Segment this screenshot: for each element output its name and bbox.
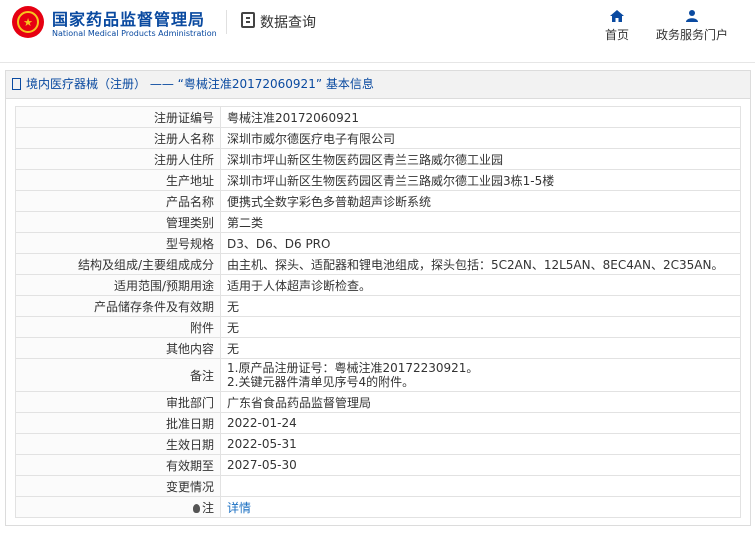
row-label: 批准日期	[15, 412, 221, 434]
table-row: 产品名称 便携式全数字彩色多普勒超声诊断系统	[15, 190, 741, 212]
details-link[interactable]: 详情	[227, 501, 251, 515]
row-value: 2027-05-30	[220, 454, 741, 476]
data-query-title: 数据查询	[260, 15, 316, 31]
table-row: 批准日期 2022-01-24	[15, 412, 741, 434]
row-value: 2022-01-24	[220, 412, 741, 434]
row-value: 由主机、探头、适配器和锂电池组成，探头包括：5C2AN、12L5AN、8EC4A…	[220, 253, 741, 275]
row-value: 粤械注准20172060921	[220, 106, 741, 128]
row-label: 型号规格	[15, 232, 221, 254]
row-label: 附件	[15, 316, 221, 338]
row-label: 审批部门	[15, 391, 221, 413]
table-row: 审批部门 广东省食品药品监督管理局	[15, 391, 741, 413]
table-row: 适用范围/预期用途 适用于人体超声诊断检查。	[15, 274, 741, 296]
note-label: 注	[201, 500, 214, 515]
remarks-value: 1.原产品注册证号：粤械注准20172230921。 2.关键元器件清单见序号4…	[220, 358, 741, 392]
data-query-icon	[241, 12, 255, 28]
document-icon	[12, 78, 21, 90]
table-row: 注册人名称 深圳市威尔德医疗电子有限公司	[15, 127, 741, 149]
table-row: 结构及组成/主要组成成分 由主机、探头、适配器和锂电池组成，探头包括：5C2AN、…	[15, 253, 741, 275]
table-row: 变更情况	[15, 475, 741, 497]
nav-service-portal[interactable]: 政务服务门户	[654, 10, 730, 43]
table-row: 注册证编号 粤械注准20172060921	[15, 106, 741, 128]
row-value: 2022-05-31	[220, 433, 741, 455]
row-label: 备注	[15, 358, 221, 392]
row-label: 注册证编号	[15, 106, 221, 128]
site-subtitle: National Medical Products Administration	[52, 29, 217, 38]
row-label: 产品名称	[15, 190, 221, 212]
row-value: 第二类	[220, 211, 741, 233]
row-value: 深圳市坪山新区生物医药园区青兰三路威尔德工业园	[220, 148, 741, 170]
row-value: D3、D6、D6 PRO	[220, 232, 741, 254]
remarks-line-2: 2.关键元器件清单见序号4的附件。	[227, 375, 415, 389]
nav-home[interactable]: 首页	[600, 10, 634, 43]
table-row: 型号规格 D3、D6、D6 PRO	[15, 232, 741, 254]
row-label: 其他内容	[15, 337, 221, 359]
row-label: 生效日期	[15, 433, 221, 455]
user-icon	[686, 10, 698, 22]
table-row: 生产地址 深圳市坪山新区生物医药园区青兰三路威尔德工业园3栋1-5楼	[15, 169, 741, 191]
header-divider	[226, 10, 227, 34]
table-row: 附件无	[15, 316, 741, 338]
table-row: 生效日期 2022-05-31	[15, 433, 741, 455]
panel-header: 境内医疗器械（注册） —— “粤械注准20172060921” 基本信息	[6, 71, 750, 99]
site-title[interactable]: 国家药品监督管理局	[52, 6, 205, 30]
nav-home-label: 首页	[604, 28, 629, 42]
home-icon	[610, 10, 624, 22]
row-value: 深圳市坪山新区生物医药园区青兰三路威尔德工业园3栋1-5楼	[220, 169, 741, 191]
row-value: 无	[220, 316, 741, 338]
table-row: 有效期至 2027-05-30	[15, 454, 741, 476]
row-label: 产品储存条件及有效期	[15, 295, 221, 317]
table-row-remarks: 备注 1.原产品注册证号：粤械注准20172230921。 2.关键元器件清单见…	[15, 358, 741, 392]
national-emblem-logo[interactable]: ★	[12, 6, 44, 38]
row-value	[220, 475, 741, 497]
info-panel: 境内医疗器械（注册） —— “粤械注准20172060921” 基本信息 注册证…	[5, 70, 751, 526]
row-label: 管理类别	[15, 211, 221, 233]
row-value: 广东省食品药品监督管理局	[220, 391, 741, 413]
row-label: 生产地址	[15, 169, 221, 191]
row-label: 结构及组成/主要组成成分	[15, 253, 221, 275]
table-row: 产品储存条件及有效期无	[15, 295, 741, 317]
row-value: 适用于人体超声诊断检查。	[220, 274, 741, 296]
row-label: 变更情况	[15, 475, 221, 497]
row-label: 有效期至	[15, 454, 221, 476]
row-value: 深圳市威尔德医疗电子有限公司	[220, 127, 741, 149]
note-value: 详情	[220, 496, 741, 518]
nav-service-portal-label: 政务服务门户	[655, 28, 728, 42]
row-label: 注册人名称	[15, 127, 221, 149]
note-label-cell: 注	[15, 496, 221, 518]
row-label: 适用范围/预期用途	[15, 274, 221, 296]
lightbulb-icon	[192, 503, 200, 513]
row-value: 无	[220, 337, 741, 359]
table-row-note: 注 详情	[15, 496, 741, 518]
registration-info-table: 注册证编号 粤械注准20172060921 注册人名称 深圳市威尔德医疗电子有限公司…	[15, 106, 741, 518]
table-row: 其他内容无	[15, 337, 741, 359]
row-value: 无	[220, 295, 741, 317]
site-header: ★ 国家药品监督管理局 National Medical Products Ad…	[0, 0, 755, 63]
row-value: 便携式全数字彩色多普勒超声诊断系统	[220, 190, 741, 212]
table-row: 注册人住所 深圳市坪山新区生物医药园区青兰三路威尔德工业园	[15, 148, 741, 170]
row-label: 注册人住所	[15, 148, 221, 170]
table-row: 管理类别 第二类	[15, 211, 741, 233]
remarks-line-1: 1.原产品注册证号：粤械注准20172230921。	[227, 361, 479, 375]
panel-title: 境内医疗器械（注册） —— “粤械注准20172060921” 基本信息	[26, 77, 374, 91]
